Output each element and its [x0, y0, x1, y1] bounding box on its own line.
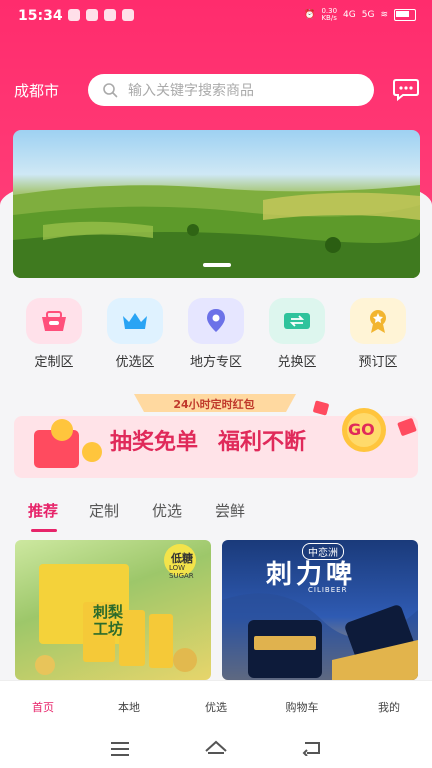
notification-icons [68, 9, 134, 21]
category-local[interactable]: 地方专区 [176, 298, 256, 370]
home-icon[interactable] [204, 739, 228, 757]
status-right: ⏰ 0.30 KB/s 4G 5G ≋ [304, 8, 416, 22]
app-icon [122, 9, 134, 21]
banner-carousel[interactable] [13, 130, 420, 278]
city-selector[interactable]: 成都市 [14, 80, 59, 101]
nav-selected[interactable]: 优选 [186, 699, 246, 715]
basket-icon [26, 298, 82, 344]
product-tabs: 推荐 定制 优选 尝鲜 [0, 500, 432, 536]
promo-tag: 24小时定时红包 [173, 398, 255, 411]
network-5g: 5G [361, 10, 375, 20]
search-bar[interactable]: 输入关键字搜索商品 [88, 74, 374, 106]
tab-indicator [31, 529, 57, 532]
app-icon [104, 9, 116, 21]
promo-headline-right: 福利不断 [218, 430, 307, 455]
nav-cart[interactable]: 购物车 [272, 699, 332, 715]
app-icon [86, 9, 98, 21]
tab-new[interactable]: 尝鲜 [215, 500, 245, 521]
category-label: 地方专区 [189, 355, 242, 370]
ticket-icon [269, 298, 325, 344]
tab-recommend[interactable]: 推荐 [28, 500, 58, 521]
tab-custom[interactable]: 定制 [89, 500, 119, 521]
nav-mine[interactable]: 我的 [359, 699, 419, 715]
category-preorder[interactable]: 预订区 [338, 298, 418, 370]
category-label: 兑换区 [277, 355, 317, 370]
product-card[interactable]: 刺梨工坊 低糖 LOW SUGAR [15, 540, 211, 680]
nav-local[interactable]: 本地 [99, 699, 159, 715]
product-card[interactable]: 中恋洲 刺力啤 CILIBEER [222, 540, 418, 680]
wifi-icon: ≋ [380, 10, 388, 20]
product-sub: CILIBEER [308, 586, 348, 594]
message-icon[interactable] [392, 78, 420, 102]
search-placeholder: 输入关键字搜索商品 [128, 83, 254, 99]
wechat-icon [68, 9, 80, 21]
nav-home[interactable]: 首页 [13, 699, 73, 715]
crown-icon [107, 298, 163, 344]
category-row: 定制区 优选区 地方专区 兑换区 预订区 [0, 298, 432, 378]
search-icon [103, 83, 118, 98]
promo-go: GO [348, 420, 375, 439]
network-4g: 4G [343, 10, 356, 20]
product-brand: 刺梨工坊 [93, 603, 124, 638]
promo-headline-left: 抽奖免单 [110, 430, 199, 455]
status-time: 15:34 [18, 8, 63, 24]
category-label: 定制区 [34, 355, 74, 370]
bottom-nav: 首页 本地 优选 购物车 我的 [0, 680, 432, 731]
landscape-image [13, 185, 420, 278]
carousel-indicator [203, 263, 231, 267]
menu-icon[interactable] [110, 742, 130, 756]
tab-selected[interactable]: 优选 [152, 500, 182, 521]
back-icon[interactable] [301, 740, 323, 756]
category-custom[interactable]: 定制区 [14, 298, 94, 370]
location-pin-icon [188, 298, 244, 344]
net-speed: 0.30 KB/s [321, 7, 338, 22]
category-selected[interactable]: 优选区 [95, 298, 175, 370]
category-exchange[interactable]: 兑换区 [257, 298, 337, 370]
medal-icon [350, 298, 406, 344]
category-label: 预订区 [358, 355, 398, 370]
product-badge-en: LOW SUGAR [169, 564, 194, 580]
status-bar: 15:34 ⏰ 0.30 KB/s 4G 5G ≋ [0, 0, 432, 34]
alarm-icon: ⏰ [304, 10, 316, 20]
category-label: 优选区 [115, 355, 155, 370]
battery-icon [394, 9, 416, 21]
system-nav-bar [0, 730, 432, 768]
promo-banner[interactable]: 24小时定时红包 抽奖免单 福利不断 GO [14, 390, 418, 478]
